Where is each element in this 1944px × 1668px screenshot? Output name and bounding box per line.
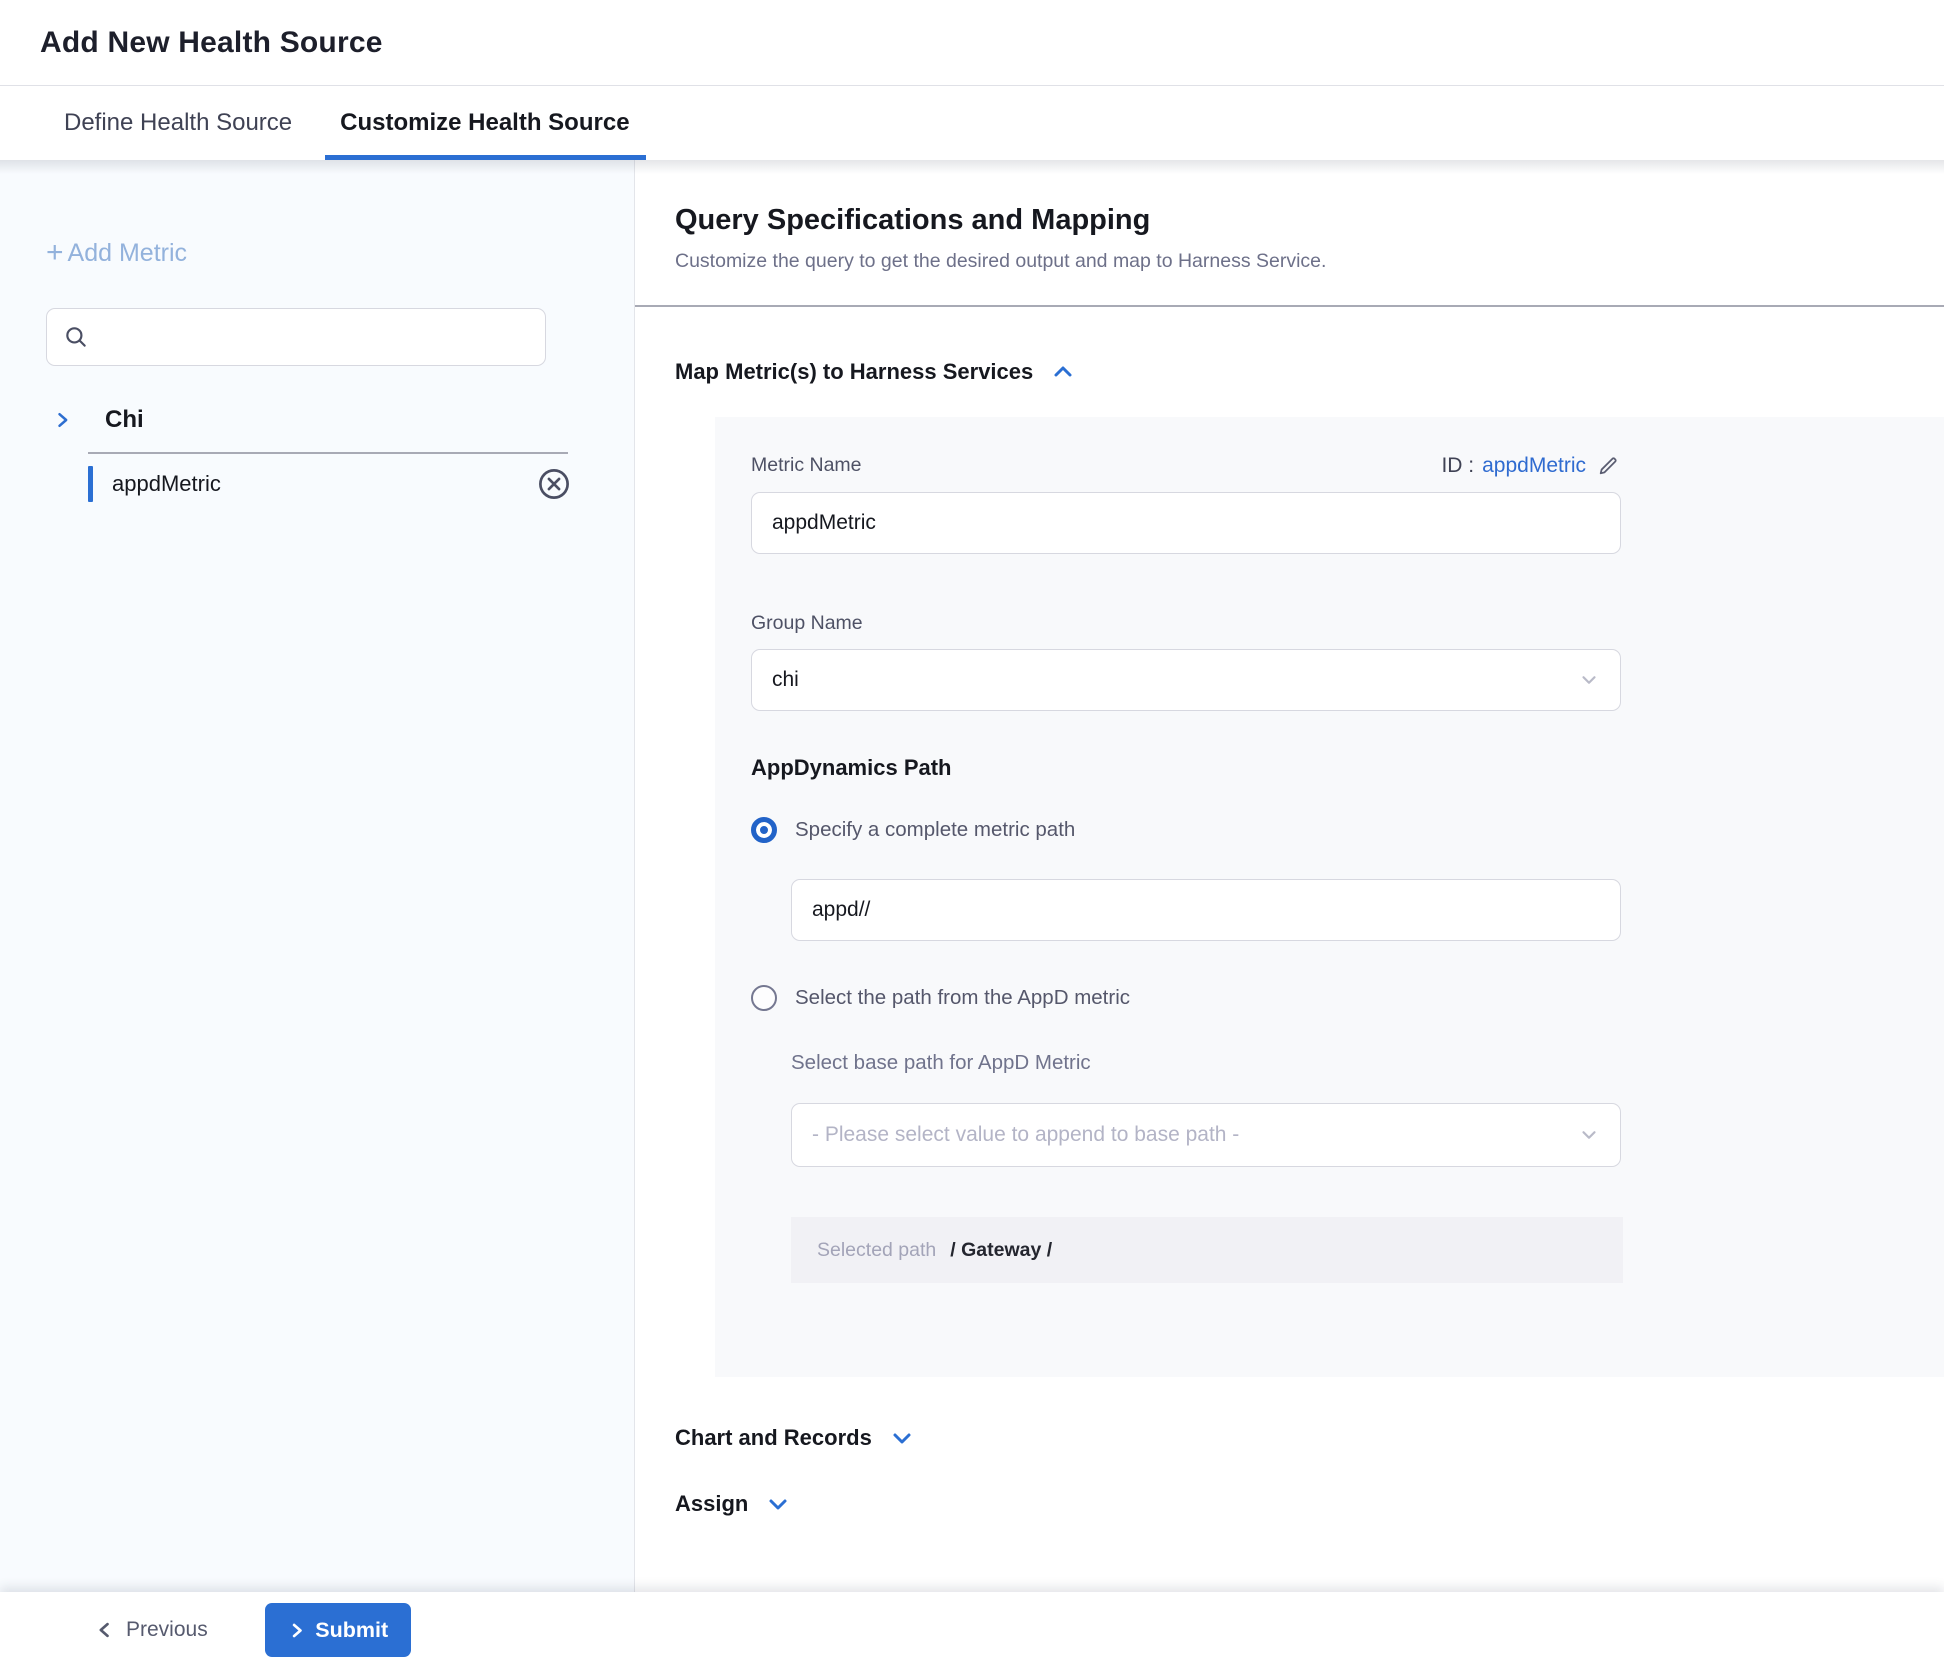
tab-define-label: Define Health Source xyxy=(64,109,292,137)
chevron-right-icon xyxy=(52,410,72,430)
main-row: + Add Metric Chi appdMetric xyxy=(0,160,1944,1592)
metric-search-input[interactable] xyxy=(101,325,531,349)
metrics-sidebar: + Add Metric Chi appdMetric xyxy=(0,160,635,1592)
submit-button[interactable]: Submit xyxy=(265,1603,411,1657)
selected-indicator-bar xyxy=(88,466,93,502)
metric-id-group: ID : appdMetric xyxy=(1441,453,1621,478)
chevron-right-icon xyxy=(287,1621,306,1640)
chevron-down-icon xyxy=(890,1426,914,1450)
metric-search-box xyxy=(46,308,546,366)
chart-and-records-title: Chart and Records xyxy=(675,1425,872,1451)
map-metrics-section-title: Map Metric(s) to Harness Services xyxy=(675,359,1033,385)
selected-path-value: / Gateway / xyxy=(950,1239,1052,1262)
selected-path-bar: Selected path / Gateway / xyxy=(791,1217,1623,1283)
tab-define-health-source[interactable]: Define Health Source xyxy=(64,86,292,160)
plus-icon: + xyxy=(46,238,64,268)
chevron-down-icon xyxy=(1578,669,1600,691)
edit-id-button[interactable] xyxy=(1596,453,1621,478)
radio-complete-label: Specify a complete metric path xyxy=(795,818,1075,842)
dialog-title: Add New Health Source xyxy=(40,26,383,60)
form-column: Metric Name ID : appdMetric Group Name xyxy=(751,453,1621,1283)
add-metric-button[interactable]: + Add Metric xyxy=(46,238,634,268)
chevron-left-icon xyxy=(95,1620,115,1640)
dialog-footer: Previous Submit xyxy=(0,1592,1944,1668)
group-name-label: Group Name xyxy=(751,612,1621,635)
metric-name-label-row: Metric Name ID : appdMetric xyxy=(751,453,1621,478)
tab-customize-label: Customize Health Source xyxy=(340,109,629,137)
chevron-down-icon xyxy=(1578,1124,1600,1146)
submit-label: Submit xyxy=(315,1618,388,1643)
group-name-select[interactable]: chi xyxy=(751,649,1621,711)
remove-metric-button[interactable] xyxy=(535,465,573,503)
previous-label: Previous xyxy=(126,1618,208,1642)
metric-group-label: Chi xyxy=(105,406,144,434)
metric-item-appdmetric[interactable]: appdMetric xyxy=(88,454,568,514)
metric-id-value[interactable]: appdMetric xyxy=(1482,454,1586,478)
radio-select-label: Select the path from the AppD metric xyxy=(795,986,1130,1010)
chevron-up-icon xyxy=(1051,360,1075,384)
complete-metric-path-input[interactable] xyxy=(791,879,1621,941)
chevron-down-icon xyxy=(766,1492,790,1516)
map-metrics-form: Metric Name ID : appdMetric Group Name xyxy=(715,417,1944,1377)
assign-title: Assign xyxy=(675,1491,748,1517)
pencil-icon xyxy=(1596,453,1621,478)
assign-toggle[interactable]: Assign xyxy=(675,1491,1944,1517)
page-subtitle: Customize the query to get the desired o… xyxy=(675,250,1944,273)
radio-unselected-icon xyxy=(751,985,777,1011)
radio-complete-metric-path[interactable]: Specify a complete metric path xyxy=(751,817,1621,843)
selected-path-label: Selected path xyxy=(817,1239,936,1262)
radio-selected-icon xyxy=(751,817,777,843)
map-metrics-section-toggle[interactable]: Map Metric(s) to Harness Services xyxy=(675,359,1944,385)
tab-customize-health-source[interactable]: Customize Health Source xyxy=(325,86,645,160)
content-divider xyxy=(635,305,1944,307)
base-path-placeholder: - Please select value to append to base … xyxy=(812,1123,1239,1147)
previous-button[interactable]: Previous xyxy=(95,1618,208,1642)
metric-id-label: ID : xyxy=(1441,454,1474,478)
metric-group-chi[interactable]: Chi xyxy=(52,406,634,434)
page-title: Query Specifications and Mapping xyxy=(675,204,1944,237)
appdynamics-path-title: AppDynamics Path xyxy=(751,755,1621,781)
search-icon xyxy=(63,324,89,350)
query-spec-panel: Query Specifications and Mapping Customi… xyxy=(635,160,1944,1592)
base-path-select[interactable]: - Please select value to append to base … xyxy=(791,1103,1621,1167)
metric-item-left: appdMetric xyxy=(88,466,221,502)
metric-name-label: Metric Name xyxy=(751,454,862,477)
tab-bar: Define Health Source Customize Health So… xyxy=(0,86,1944,160)
metric-name-input[interactable] xyxy=(751,492,1621,554)
base-path-label: Select base path for AppD Metric xyxy=(791,1051,1621,1075)
dialog-header: Add New Health Source xyxy=(0,0,1944,86)
circle-x-icon xyxy=(535,465,573,503)
radio-select-path[interactable]: Select the path from the AppD metric xyxy=(751,985,1621,1011)
add-metric-label: Add Metric xyxy=(68,239,187,268)
chart-and-records-toggle[interactable]: Chart and Records xyxy=(675,1425,1944,1451)
group-name-value: chi xyxy=(772,668,799,692)
metric-item-label: appdMetric xyxy=(112,471,221,497)
